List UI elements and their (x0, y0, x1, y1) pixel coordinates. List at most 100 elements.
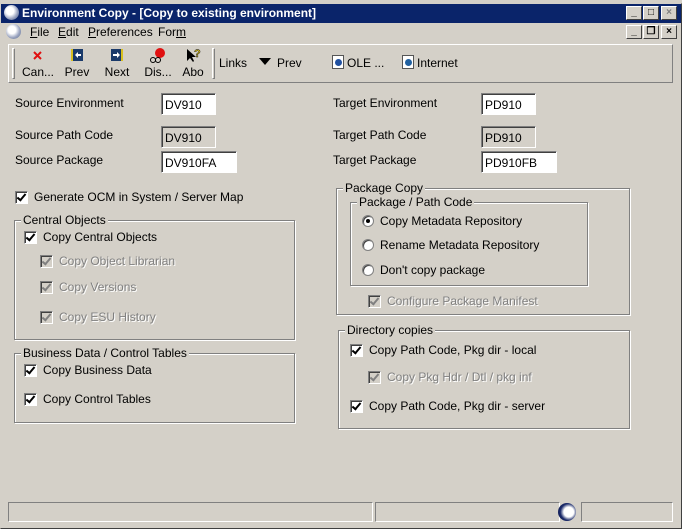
mdi-close-button[interactable]: × (661, 25, 677, 39)
internet-document-icon (402, 55, 414, 69)
rename-metadata-label: Rename Metadata Repository (380, 238, 540, 252)
display-errors-button[interactable]: Dis... (143, 47, 173, 79)
copy-business-data-checkbox[interactable]: Copy Business Data (24, 363, 152, 377)
package-copy-title: Package Copy (343, 181, 426, 195)
central-objects-title: Central Objects (21, 213, 108, 227)
generate-ocm-label: Generate OCM in System / Server Map (34, 190, 244, 204)
checkbox-box[interactable] (24, 392, 37, 406)
generate-ocm-checkbox[interactable]: Generate OCM in System / Server Map (15, 190, 243, 204)
display-errors-label: Dis... (144, 65, 172, 79)
prev-button[interactable]: Prev (63, 47, 91, 79)
status-bar (8, 502, 673, 522)
checkbox-box[interactable] (15, 190, 28, 204)
copy-path-code-local-label: Copy Path Code, Pkg dir - local (369, 343, 537, 357)
checkbox-box (40, 280, 53, 294)
prev-label: Prev (64, 65, 90, 79)
cancel-button[interactable]: Can... (21, 47, 55, 79)
copy-path-code-server-label: Copy Path Code, Pkg dir - server (369, 399, 546, 413)
target-package-label: Target Package (333, 153, 417, 167)
status-globe-icon (558, 503, 576, 521)
status-panel-right (581, 502, 673, 522)
cancel-x-icon (33, 51, 42, 60)
checkbox-box (368, 370, 381, 384)
ole-link[interactable]: OLE ... (347, 56, 384, 70)
next-label: Next (104, 65, 130, 79)
directory-copies-title: Directory copies (345, 323, 436, 337)
source-package-label: Source Package (15, 153, 104, 167)
package-path-code-title: Package / Path Code (357, 195, 475, 209)
copy-pkg-hdr-label: Copy Pkg Hdr / Dtl / pkg inf (387, 370, 532, 384)
toolbar-grip[interactable] (12, 48, 15, 79)
mdi-globe-icon[interactable] (6, 24, 21, 39)
radio-circle[interactable] (362, 215, 374, 227)
source-environment-label: Source Environment (15, 96, 124, 110)
links-prev[interactable]: Prev (277, 56, 302, 70)
checkbox-box (40, 310, 53, 324)
business-data-title: Business Data / Control Tables (21, 346, 189, 360)
copy-central-objects-checkbox[interactable]: Copy Central Objects (24, 230, 157, 244)
target-path-code-field: PD910 (481, 126, 536, 148)
radio-rename-metadata-repository[interactable]: Rename Metadata Repository (362, 238, 539, 252)
target-package-field[interactable]: PD910FB (481, 151, 557, 173)
window-title: Environment Copy - [Copy to existing env… (22, 6, 317, 20)
app-globe-icon (4, 5, 19, 20)
configure-package-manifest-label: Configure Package Manifest (387, 294, 538, 308)
radio-copy-metadata-repository[interactable]: Copy Metadata Repository (362, 214, 522, 228)
checkbox-box (40, 254, 53, 268)
mdi-minimize-button[interactable]: _ (626, 25, 642, 39)
status-panel-main (8, 502, 373, 522)
checkbox-box (368, 294, 381, 308)
copy-business-data-label: Copy Business Data (43, 363, 152, 377)
copy-esu-history-checkbox: Copy ESU History (40, 310, 156, 324)
radio-circle[interactable] (362, 264, 374, 276)
toolbar-separator (212, 48, 215, 79)
dont-copy-package-label: Don't copy package (380, 263, 486, 277)
links-label[interactable]: Links (219, 56, 247, 70)
copy-path-code-server-checkbox[interactable]: Copy Path Code, Pkg dir - server (350, 399, 545, 413)
about-button[interactable]: ? Abo (179, 47, 207, 79)
status-panel-secondary (375, 502, 560, 522)
menu-preferences[interactable]: Preferences (88, 25, 153, 39)
ole-document-icon (332, 55, 344, 69)
copy-control-tables-label: Copy Control Tables (43, 392, 151, 406)
target-path-code-label: Target Path Code (333, 128, 427, 142)
prev-record-icon (71, 49, 83, 61)
title-bar: Environment Copy - [Copy to existing env… (0, 3, 682, 23)
source-path-code-field: DV910 (161, 126, 216, 148)
mdi-restore-button[interactable]: ❐ (643, 25, 659, 39)
close-button[interactable]: × (661, 6, 677, 20)
about-help-icon: ? (187, 48, 201, 62)
checkbox-box[interactable] (24, 363, 37, 377)
checkbox-box[interactable] (24, 230, 37, 244)
copy-object-librarian-label: Copy Object Librarian (59, 254, 176, 268)
copy-metadata-label: Copy Metadata Repository (380, 214, 523, 228)
checkbox-box[interactable] (350, 343, 363, 357)
copy-versions-label: Copy Versions (59, 280, 137, 294)
target-environment-field[interactable]: PD910 (481, 93, 536, 115)
maximize-button[interactable]: □ (643, 6, 659, 20)
configure-package-manifest-checkbox: Configure Package Manifest (368, 294, 538, 308)
copy-path-code-local-checkbox[interactable]: Copy Path Code, Pkg dir - local (350, 343, 536, 357)
checkbox-box[interactable] (350, 399, 363, 413)
links-dropdown-arrow-icon[interactable] (259, 58, 271, 65)
copy-central-objects-label: Copy Central Objects (43, 230, 158, 244)
internet-link[interactable]: Internet (417, 56, 458, 70)
copy-versions-checkbox: Copy Versions (40, 280, 136, 294)
radio-circle[interactable] (362, 239, 374, 251)
toolbar: Can... Prev Next Dis... ? Abo Links Prev… (8, 44, 673, 83)
copy-esu-history-label: Copy ESU History (59, 310, 156, 324)
next-button[interactable]: Next (103, 47, 131, 79)
source-path-code-label: Source Path Code (15, 128, 114, 142)
menu-edit[interactable]: Edit (58, 25, 79, 39)
menu-form[interactable]: Form (158, 25, 186, 39)
minimize-button[interactable]: _ (626, 6, 642, 20)
display-errors-icon (150, 48, 165, 63)
menu-bar: File Edit Preferences Form _ ❐ × (0, 23, 682, 41)
source-environment-field[interactable]: DV910 (161, 93, 216, 115)
svg-text:?: ? (194, 48, 201, 60)
menu-file[interactable]: File (30, 25, 49, 39)
source-package-field[interactable]: DV910FA (161, 151, 237, 173)
copy-control-tables-checkbox[interactable]: Copy Control Tables (24, 392, 151, 406)
copy-pkg-hdr-checkbox: Copy Pkg Hdr / Dtl / pkg inf (368, 370, 532, 384)
radio-dont-copy-package[interactable]: Don't copy package (362, 263, 485, 277)
